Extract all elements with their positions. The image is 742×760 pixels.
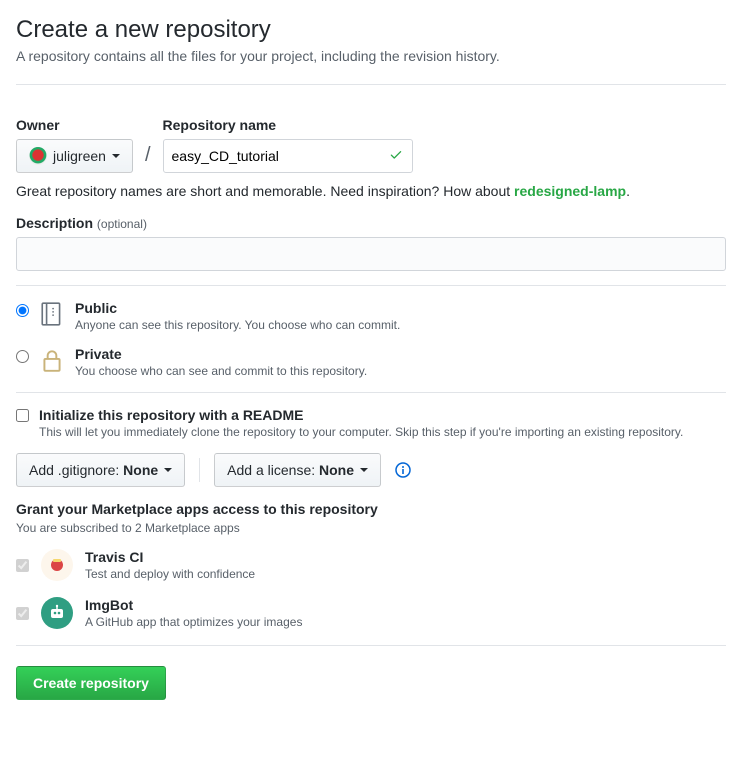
private-sub: You choose who can see and commit to thi… [75, 364, 367, 378]
apps-heading: Grant your Marketplace apps access to th… [16, 501, 726, 517]
caret-down-icon [164, 468, 172, 472]
app-checkbox-imgbot[interactable] [16, 607, 29, 620]
apps-sub: You are subscribed to 2 Marketplace apps [16, 521, 726, 535]
caret-down-icon [112, 154, 120, 158]
lock-icon [39, 346, 65, 377]
divider-vertical [199, 458, 200, 482]
suggestion-link[interactable]: redesigned-lamp [514, 183, 626, 199]
private-title: Private [75, 346, 367, 362]
description-label: Description (optional) [16, 215, 726, 231]
divider [16, 392, 726, 393]
divider [16, 84, 726, 85]
public-radio[interactable] [16, 304, 29, 317]
owner-avatar-icon [29, 147, 47, 165]
caret-down-icon [360, 468, 368, 472]
check-icon [389, 148, 403, 165]
imgbot-icon [41, 597, 73, 629]
slash-separator: / [143, 144, 153, 173]
init-readme-title: Initialize this repository with a README [39, 407, 683, 423]
inspiration-text: Great repository names are short and mem… [16, 183, 726, 199]
owner-group: Owner juligreen [16, 117, 133, 173]
repo-public-icon [39, 300, 65, 331]
repo-name-label: Repository name [163, 117, 413, 133]
owner-select-button[interactable]: juligreen [16, 139, 133, 173]
create-repository-button[interactable]: Create repository [16, 666, 166, 700]
app-name: Travis CI [85, 549, 255, 565]
repo-name-group: Repository name [163, 117, 413, 173]
app-desc: A GitHub app that optimizes your images [85, 615, 302, 629]
private-radio[interactable] [16, 350, 29, 363]
info-icon[interactable] [395, 462, 411, 478]
divider [16, 645, 726, 646]
init-readme-checkbox[interactable] [16, 409, 29, 422]
public-sub: Anyone can see this repository. You choo… [75, 318, 400, 332]
page-title: Create a new repository [16, 16, 726, 44]
description-input[interactable] [16, 237, 726, 271]
travis-ci-icon [41, 549, 73, 581]
divider [16, 285, 726, 286]
init-readme-sub: This will let you immediately clone the … [39, 425, 683, 439]
page-subtitle: A repository contains all the files for … [16, 48, 726, 64]
repo-name-input[interactable] [163, 139, 413, 173]
app-name: ImgBot [85, 597, 302, 613]
license-dropdown[interactable]: Add a license: None [214, 453, 381, 487]
app-desc: Test and deploy with confidence [85, 567, 255, 581]
gitignore-dropdown[interactable]: Add .gitignore: None [16, 453, 185, 487]
public-title: Public [75, 300, 400, 316]
owner-label: Owner [16, 117, 133, 133]
owner-username: juligreen [53, 148, 106, 164]
app-checkbox-travis[interactable] [16, 559, 29, 572]
